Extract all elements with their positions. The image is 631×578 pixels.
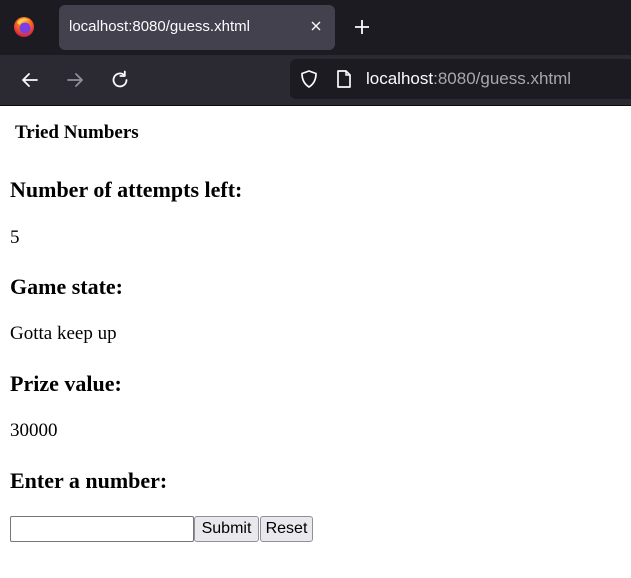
submit-button[interactable]: Submit (194, 516, 259, 542)
url-path: :8080/guess.xhtml (433, 69, 572, 88)
enter-number-heading: Enter a number: (10, 468, 168, 493)
plus-icon[interactable] (352, 17, 372, 37)
prize-heading: Prize value: (10, 371, 122, 396)
page-icon[interactable] (335, 69, 353, 89)
tab-guess[interactable]: localhost:8080/guess.xhtml (59, 5, 335, 50)
forward-arrow-icon[interactable] (64, 69, 86, 91)
shield-icon[interactable] (299, 69, 319, 89)
url-host: localhost (366, 69, 434, 88)
attempts-value: 5 (10, 227, 20, 248)
close-icon[interactable] (309, 19, 323, 33)
tried-numbers-heading: Tried Numbers (15, 122, 139, 143)
number-input[interactable] (10, 516, 194, 542)
url-text[interactable]: localhost:8080/guess.xhtml (366, 69, 571, 89)
game-state-heading: Game state: (10, 274, 124, 299)
firefox-icon[interactable] (12, 15, 36, 39)
reset-button[interactable]: Reset (260, 516, 313, 542)
back-arrow-icon[interactable] (19, 69, 41, 91)
address-bar[interactable]: localhost:8080/guess.xhtml (290, 59, 631, 99)
game-state-value: Gotta keep up (10, 323, 117, 344)
navigation-toolbar: localhost:8080/guess.xhtml (0, 55, 631, 106)
tab-strip: localhost:8080/guess.xhtml (0, 0, 631, 55)
prize-value: 30000 (10, 420, 58, 441)
attempts-heading: Number of attempts left: (10, 177, 243, 202)
tab-title: localhost:8080/guess.xhtml (69, 18, 250, 35)
reload-icon[interactable] (109, 69, 131, 91)
